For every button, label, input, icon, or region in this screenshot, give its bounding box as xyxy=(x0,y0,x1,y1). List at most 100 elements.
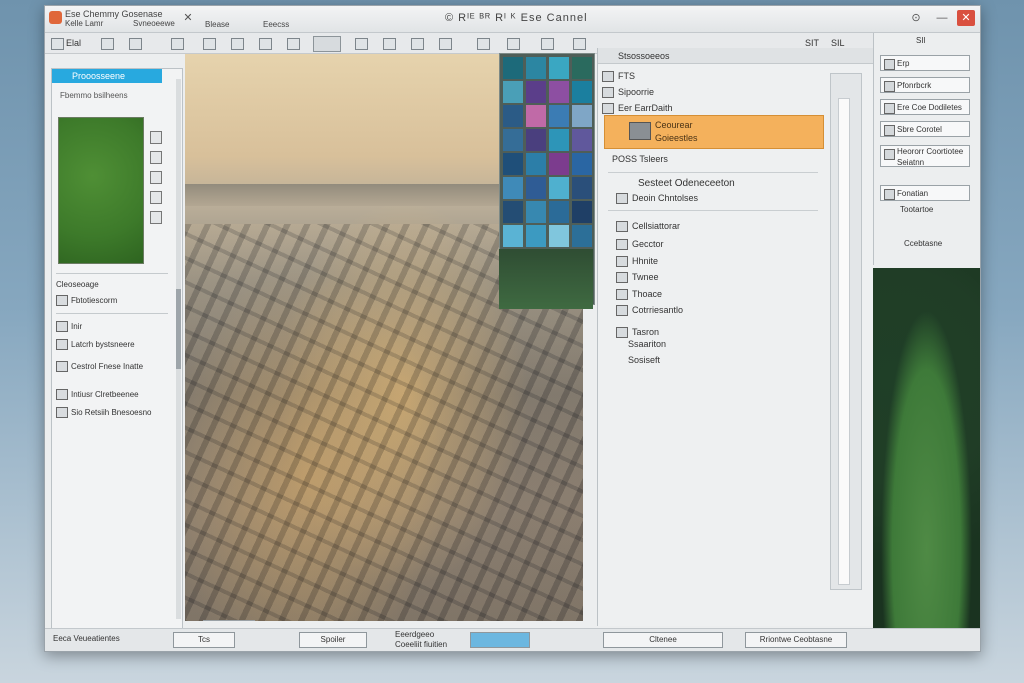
layers-scrollbar[interactable] xyxy=(838,98,850,585)
status-field-2[interactable]: Spoiler xyxy=(299,632,367,648)
tool-item[interactable]: Erp xyxy=(880,55,970,71)
tool-zoom[interactable] xyxy=(411,36,426,50)
tool-item[interactable]: Heororr Coortiotee Seiatnn xyxy=(880,145,970,167)
tool-item[interactable]: Pfonrbcrk xyxy=(880,77,970,93)
swatch-cell[interactable] xyxy=(549,81,569,103)
swatch-cell[interactable] xyxy=(526,57,546,79)
tool-eraser[interactable] xyxy=(383,36,398,50)
swatch-cell[interactable] xyxy=(572,153,592,175)
swatch-cell[interactable] xyxy=(549,105,569,127)
tool-select[interactable] xyxy=(287,36,302,50)
list-item[interactable]: Gecctor xyxy=(616,236,856,252)
swatch-cell[interactable] xyxy=(526,177,546,199)
list-item[interactable]: Cotrriesantlo xyxy=(616,302,856,318)
swatch-cell[interactable] xyxy=(549,225,569,247)
menu-item-view[interactable]: Svneoeewe xyxy=(133,19,175,28)
status-right-field[interactable]: Rriontwe Ceobtasne xyxy=(745,632,847,648)
tool-move[interactable] xyxy=(231,36,246,50)
list-item[interactable]: Sio Retsiih Bnesoesno xyxy=(56,405,168,421)
swatch-cell[interactable] xyxy=(503,225,523,247)
swatch-cell[interactable] xyxy=(503,81,523,103)
swatch-cell[interactable] xyxy=(503,153,523,175)
list-item[interactable]: Fbtotiescorm xyxy=(56,293,168,309)
swatch-cell[interactable] xyxy=(572,201,592,223)
tool-camera[interactable] xyxy=(541,36,556,50)
tool-brush[interactable] xyxy=(129,36,144,50)
tool-hand[interactable] xyxy=(439,36,454,50)
section-header: Cleoseoage xyxy=(56,277,168,293)
menu-item-help[interactable]: Blease xyxy=(205,20,229,29)
canvas-zoom-box[interactable] xyxy=(203,620,255,621)
close-button[interactable]: ✕ xyxy=(957,10,975,26)
swatch-cell[interactable] xyxy=(526,105,546,127)
tool-item[interactable]: Fonatian xyxy=(880,185,970,201)
swatch-cell[interactable] xyxy=(572,57,592,79)
swatch-cell[interactable] xyxy=(572,177,592,199)
swatch-cell[interactable] xyxy=(503,57,523,79)
help-icon[interactable]: ⊙ xyxy=(907,10,925,26)
tool-item[interactable]: Ere Coe Dodiletes xyxy=(880,99,970,115)
tool-grid[interactable] xyxy=(507,36,522,50)
status-field-1[interactable]: Tcs xyxy=(173,632,235,648)
tool-item[interactable]: Sbre Corotel xyxy=(880,121,970,137)
tool-color-box[interactable] xyxy=(313,36,341,52)
pencil-icon[interactable] xyxy=(150,151,162,164)
list-item[interactable]: Cellsiattorar xyxy=(616,218,856,234)
swatch-cell[interactable] xyxy=(503,129,523,151)
list-item[interactable]: FTS xyxy=(602,68,842,84)
tool-open[interactable]: Elal xyxy=(51,36,81,50)
panel-scrollbar-thumb[interactable] xyxy=(176,289,181,369)
visibility-icon[interactable] xyxy=(150,211,162,224)
list-item-label: Intiusr Clretbeenee xyxy=(71,390,139,399)
swatch-cell[interactable] xyxy=(572,129,592,151)
list-item[interactable]: Intiusr Clretbeenee xyxy=(56,387,168,403)
swatch-cell[interactable] xyxy=(526,129,546,151)
tool-crop[interactable] xyxy=(203,36,218,50)
swatch-cell[interactable] xyxy=(549,153,569,175)
swatch-cell[interactable] xyxy=(526,153,546,175)
swatch-cell[interactable] xyxy=(503,177,523,199)
list-item[interactable]: Inir xyxy=(56,319,168,335)
swatch-cell[interactable] xyxy=(572,225,592,247)
swatch-cell[interactable] xyxy=(549,177,569,199)
swatch-cell[interactable] xyxy=(503,201,523,223)
link-icon[interactable] xyxy=(150,191,162,204)
swatch-cell[interactable] xyxy=(526,81,546,103)
list-item-label: Cotrriesantlo xyxy=(632,305,684,315)
swatch-cell[interactable] xyxy=(549,201,569,223)
list-item[interactable]: Twnee xyxy=(616,269,856,285)
tool-layers[interactable] xyxy=(477,36,492,50)
list-item[interactable]: Sipoorrie xyxy=(602,84,842,100)
list-item[interactable]: Hhnite xyxy=(616,253,856,269)
swatch-cell[interactable] xyxy=(549,129,569,151)
tab-properties[interactable]: Prooosseene xyxy=(52,69,162,83)
tool-pen[interactable] xyxy=(101,36,116,50)
status-zoom-field[interactable]: Cltenee xyxy=(603,632,723,648)
list-item[interactable]: Cestrol Fnese Inatte xyxy=(56,359,168,375)
swatch-cell[interactable] xyxy=(549,57,569,79)
tool-settings[interactable] xyxy=(573,36,588,50)
list-item[interactable]: Thoace xyxy=(616,286,856,302)
tool-ruler[interactable] xyxy=(171,36,186,50)
list-item-label: Cestrol Fnese Inatte xyxy=(71,362,144,371)
swatch-cell[interactable] xyxy=(503,105,523,127)
list-item[interactable]: Latcrh bystsneere xyxy=(56,337,168,353)
swatch-cell[interactable] xyxy=(526,201,546,223)
tool-fill[interactable] xyxy=(355,36,370,50)
status-color-box[interactable] xyxy=(470,632,530,648)
list-item-label: Inir xyxy=(71,322,83,331)
brush-icon[interactable] xyxy=(150,131,162,144)
menu-item-edit[interactable]: Eeecss xyxy=(263,20,289,29)
lock-icon[interactable] xyxy=(150,171,162,184)
list-item[interactable]: Deoin Chntolses xyxy=(616,190,856,206)
selected-layer-row[interactable]: Ceourear Goieestles xyxy=(604,115,824,149)
selected-layer-desc: Goieestles xyxy=(655,133,698,143)
list-item[interactable]: Eer EarrDaith xyxy=(602,100,842,116)
minimize-button[interactable]: — xyxy=(933,10,951,26)
swatch-cell[interactable] xyxy=(572,105,592,127)
close-doc-icon[interactable]: ✕ xyxy=(179,10,197,26)
color-swatch[interactable] xyxy=(58,117,144,264)
tool-text[interactable] xyxy=(259,36,274,50)
swatch-cell[interactable] xyxy=(526,225,546,247)
swatch-cell[interactable] xyxy=(572,81,592,103)
